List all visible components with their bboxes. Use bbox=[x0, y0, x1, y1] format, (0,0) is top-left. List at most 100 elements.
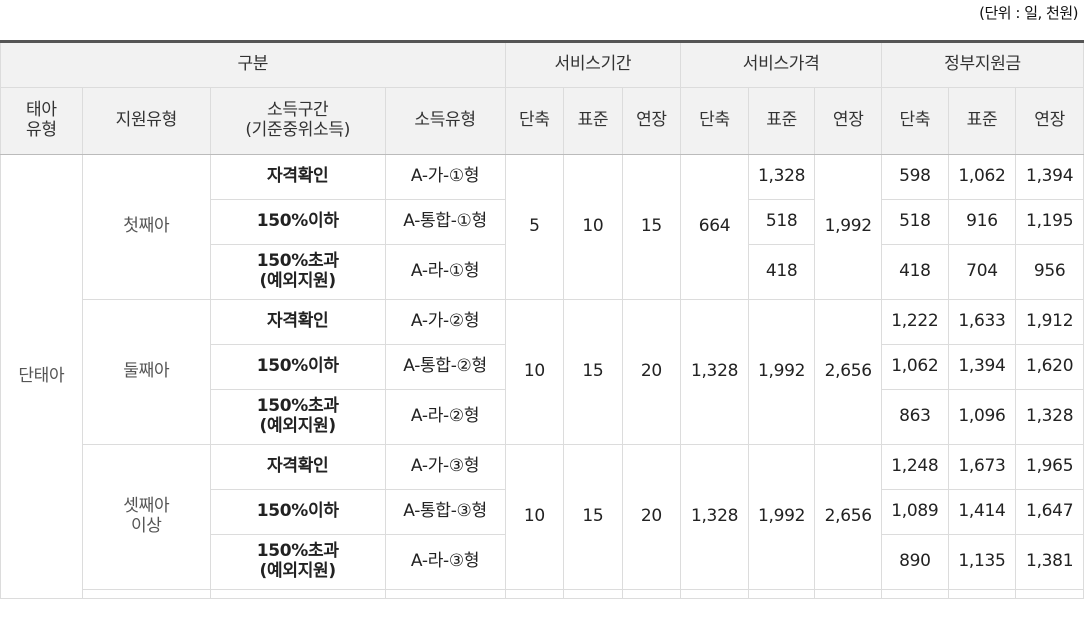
gov-short-cell: 1,062 bbox=[881, 344, 949, 390]
header-price-extended: 연장 bbox=[814, 87, 883, 155]
gov-short-cell: 863 bbox=[881, 389, 949, 445]
income-range-cell: 자격확인 bbox=[209, 154, 386, 200]
price-extended-cell: 2,656 bbox=[814, 444, 883, 590]
header-gov-standard: 표준 bbox=[947, 87, 1017, 155]
period-extended-cell: 20 bbox=[621, 299, 682, 445]
income-type-cell: A-라-③형 bbox=[384, 534, 506, 590]
empty-cell bbox=[504, 589, 565, 599]
header-period-short: 단축 bbox=[504, 87, 565, 155]
unit-note: (단위 : 일, 천원) bbox=[979, 4, 1078, 22]
gov-standard-cell: 1,394 bbox=[947, 344, 1017, 390]
income-range-cell: 150%초과 (예외지원) bbox=[209, 244, 386, 300]
price-short-cell: 664 bbox=[680, 154, 749, 300]
period-standard-cell: 15 bbox=[563, 444, 623, 590]
header-fetus-type: 태아 유형 bbox=[0, 87, 83, 155]
header-support-type: 지원유형 bbox=[81, 87, 211, 155]
support-type-cell: 첫째아 bbox=[81, 154, 211, 300]
gov-extended-cell: 1,965 bbox=[1015, 444, 1084, 490]
empty-cell bbox=[814, 589, 883, 599]
gov-short-cell: 1,089 bbox=[881, 489, 949, 535]
table-row: 단태아 첫째아 자격확인 A-가-①형 5 10 15 664 1,328 1,… bbox=[0, 154, 1084, 599]
empty-cell bbox=[747, 589, 816, 599]
gov-short-cell: 1,248 bbox=[881, 444, 949, 490]
income-range-cell: 150%초과 (예외지원) bbox=[209, 389, 386, 445]
price-standard-cell: 1,992 bbox=[747, 444, 816, 590]
empty-cell bbox=[209, 589, 386, 599]
support-type-cell: 셋째아 이상 bbox=[81, 444, 211, 590]
header-service-price: 서비스가격 bbox=[680, 40, 883, 88]
empty-cell bbox=[384, 589, 506, 599]
table-row: 셋째아 이상 자격확인 A-가-③형 10 15 20 1,328 1,992 … bbox=[1, 444, 1084, 590]
gov-extended-cell: 1,912 bbox=[1015, 299, 1084, 345]
header-gov-short: 단축 bbox=[881, 87, 949, 155]
gov-standard-cell: 1,633 bbox=[947, 299, 1017, 345]
income-range-cell: 자격확인 bbox=[209, 299, 386, 345]
price-short-cell: 1,328 bbox=[680, 299, 749, 445]
period-extended-cell: 15 bbox=[621, 154, 682, 300]
income-type-cell: A-통합-①형 bbox=[384, 199, 506, 245]
income-type-cell: A-라-①형 bbox=[384, 244, 506, 300]
period-extended-cell: 20 bbox=[621, 444, 682, 590]
income-type-cell: A-가-②형 bbox=[384, 299, 506, 345]
income-type-cell: A-가-①형 bbox=[384, 154, 506, 200]
empty-cell bbox=[81, 589, 211, 599]
price-standard-cell: 418 bbox=[747, 244, 816, 300]
period-short-cell: 10 bbox=[504, 444, 565, 590]
empty-cell bbox=[680, 589, 749, 599]
empty-cell bbox=[621, 589, 682, 599]
header-income-range: 소득구간 (기준중위소득) bbox=[209, 87, 386, 155]
gov-short-cell: 890 bbox=[881, 534, 949, 590]
fetus-type-cell: 단태아 bbox=[0, 154, 83, 599]
gov-extended-cell: 1,620 bbox=[1015, 344, 1084, 390]
empty-cell bbox=[1015, 589, 1084, 599]
empty-cell bbox=[563, 589, 623, 599]
income-type-cell: A-가-③형 bbox=[384, 444, 506, 490]
header-price-standard: 표준 bbox=[747, 87, 816, 155]
empty-cell bbox=[881, 589, 949, 599]
gov-standard-cell: 1,062 bbox=[947, 154, 1017, 200]
gov-extended-cell: 1,394 bbox=[1015, 154, 1084, 200]
income-type-cell: A-통합-②형 bbox=[384, 344, 506, 390]
header-price-short: 단축 bbox=[680, 87, 749, 155]
price-short-cell: 1,328 bbox=[680, 444, 749, 590]
period-short-cell: 10 bbox=[504, 299, 565, 445]
gov-standard-cell: 704 bbox=[947, 244, 1017, 300]
price-extended-cell: 1,992 bbox=[814, 154, 883, 300]
table-row-cut bbox=[1, 589, 1084, 599]
period-standard-cell: 10 bbox=[563, 154, 623, 300]
income-type-cell: A-라-②형 bbox=[384, 389, 506, 445]
income-type-cell: A-통합-③형 bbox=[384, 489, 506, 535]
gov-extended-cell: 1,328 bbox=[1015, 389, 1084, 445]
gov-short-cell: 418 bbox=[881, 244, 949, 300]
income-range-cell: 150%이하 bbox=[209, 199, 386, 245]
gov-extended-cell: 1,195 bbox=[1015, 199, 1084, 245]
header-gov-support: 정부지원금 bbox=[881, 40, 1084, 88]
header-gov-extended: 연장 bbox=[1015, 87, 1084, 155]
gov-standard-cell: 916 bbox=[947, 199, 1017, 245]
price-standard-cell: 518 bbox=[747, 199, 816, 245]
price-standard-cell: 1,328 bbox=[747, 154, 816, 200]
header-income-type: 소득유형 bbox=[384, 87, 506, 155]
period-short-cell: 5 bbox=[504, 154, 565, 300]
gov-standard-cell: 1,135 bbox=[947, 534, 1017, 590]
gov-short-cell: 598 bbox=[881, 154, 949, 200]
gov-extended-cell: 956 bbox=[1015, 244, 1084, 300]
gov-standard-cell: 1,673 bbox=[947, 444, 1017, 490]
header-service-period: 서비스기간 bbox=[504, 40, 682, 88]
header-period-standard: 표준 bbox=[563, 87, 623, 155]
gov-extended-cell: 1,381 bbox=[1015, 534, 1084, 590]
price-standard-cell: 1,992 bbox=[747, 299, 816, 445]
support-price-table: 구분 서비스기간 서비스가격 정부지원금 태아 유형 지원유형 소득구간 (기준… bbox=[0, 40, 1084, 599]
table-row: 둘째아 자격확인 A-가-②형 10 15 20 1,328 1,992 2,6… bbox=[1, 299, 1084, 445]
price-extended-cell: 2,656 bbox=[814, 299, 883, 445]
period-standard-cell: 15 bbox=[563, 299, 623, 445]
income-range-cell: 150%이하 bbox=[209, 489, 386, 535]
gov-standard-cell: 1,096 bbox=[947, 389, 1017, 445]
header-period-extended: 연장 bbox=[621, 87, 682, 155]
income-range-cell: 150%초과 (예외지원) bbox=[209, 534, 386, 590]
gov-standard-cell: 1,414 bbox=[947, 489, 1017, 535]
support-type-cell: 둘째아 bbox=[81, 299, 211, 445]
income-range-cell: 150%이하 bbox=[209, 344, 386, 390]
gov-short-cell: 518 bbox=[881, 199, 949, 245]
empty-cell bbox=[947, 589, 1017, 599]
